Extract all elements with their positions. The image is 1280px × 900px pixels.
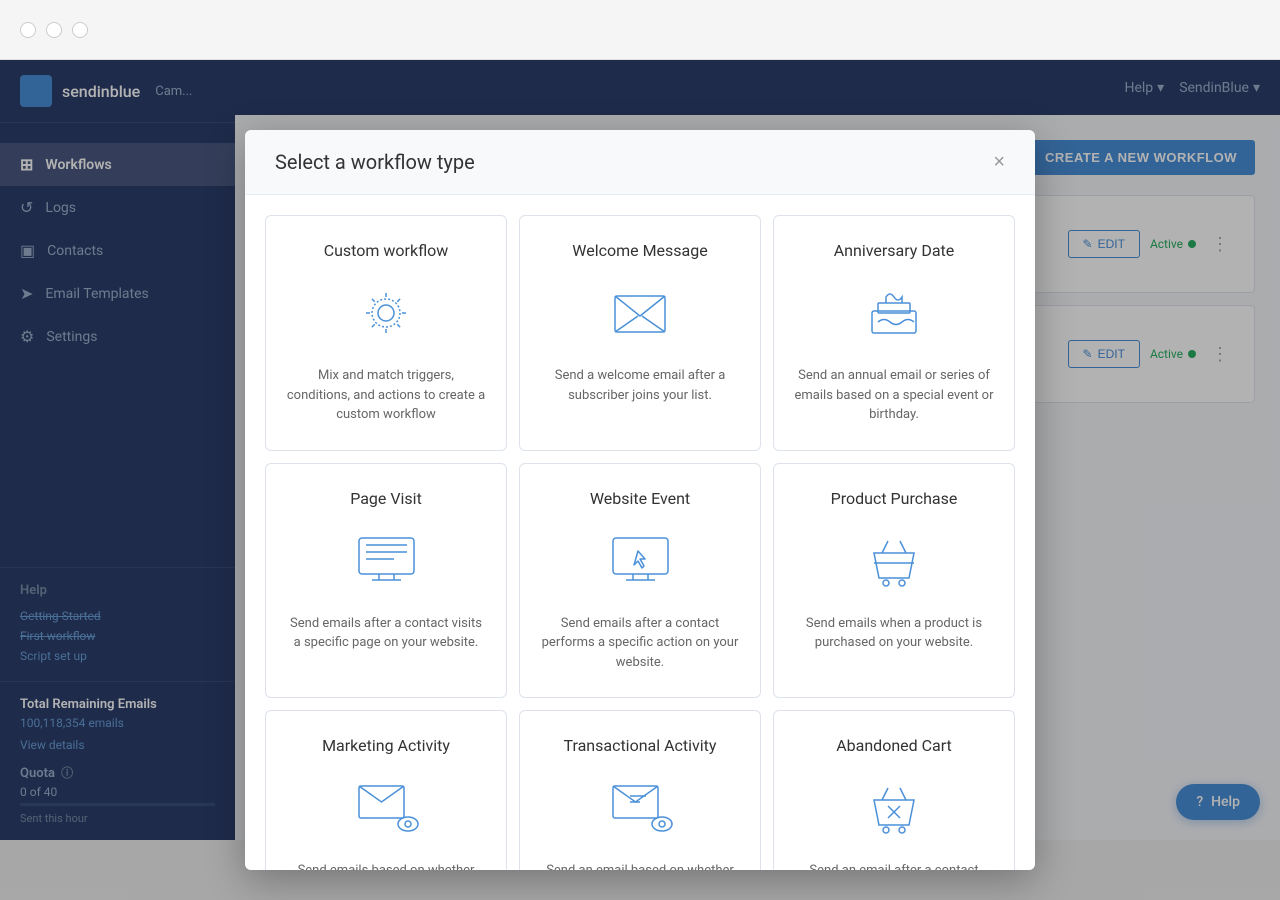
workflow-type-desc-transactional-activity: Send an email based on whether contacts … — [540, 861, 740, 870]
minimize-window-btn[interactable] — [46, 22, 62, 38]
workflow-type-abandoned-cart[interactable]: Abandoned Cart Send an email a — [773, 710, 1015, 870]
window-chrome — [0, 0, 1280, 60]
workflow-type-custom[interactable]: Custom workflow Mix and match triggers, … — [265, 215, 507, 451]
envelope-icon — [605, 278, 675, 348]
close-window-btn[interactable] — [20, 22, 36, 38]
workflow-type-desc-anniversary: Send an annual email or series of emails… — [794, 366, 994, 425]
modal-close-button[interactable]: × — [993, 152, 1005, 172]
workflow-type-website-event[interactable]: Website Event Send emails after a contac… — [519, 463, 761, 699]
basket-x-icon — [859, 773, 929, 843]
workflow-type-desc-marketing-activity: Send emails based on whether contacts op… — [286, 861, 486, 870]
workflow-type-transactional-activity[interactable]: Transactional Activity Send an email bas… — [519, 710, 761, 870]
workflow-type-desc-page-visit: Send emails after a contact visits a spe… — [286, 614, 486, 653]
modal-title: Select a workflow type — [275, 150, 475, 174]
workflow-type-name-anniversary: Anniversary Date — [794, 241, 994, 260]
workflow-type-grid: Custom workflow Mix and match triggers, … — [245, 195, 1035, 870]
workflow-type-welcome[interactable]: Welcome Message Send a welcome email aft… — [519, 215, 761, 451]
workflow-type-desc-website-event: Send emails after a contact performs a s… — [540, 614, 740, 673]
maximize-window-btn[interactable] — [72, 22, 88, 38]
workflow-type-name-page-visit: Page Visit — [286, 489, 486, 508]
workflow-type-modal: Select a workflow type × Custom workflow — [245, 130, 1035, 870]
workflow-type-desc-product-purchase: Send emails when a product is purchased … — [794, 614, 994, 653]
modal-overlay: Select a workflow type × Custom workflow — [0, 60, 1280, 900]
mail-eye-icon — [351, 773, 421, 843]
cursor-monitor-icon — [605, 526, 675, 596]
workflow-type-name-abandoned-cart: Abandoned Cart — [794, 736, 994, 755]
cake-icon — [859, 278, 929, 348]
app-container: sendinblue Cam... ⊞ Workflows ↺ Logs ▣ C… — [0, 60, 1280, 840]
workflow-type-desc-custom: Mix and match triggers, conditions, and … — [286, 366, 486, 425]
workflow-type-marketing-activity[interactable]: Marketing Activity Send emails based on … — [265, 710, 507, 870]
workflow-type-desc-abandoned-cart: Send an email after a contact abandons a… — [794, 861, 994, 870]
workflow-type-name-transactional-activity: Transactional Activity — [540, 736, 740, 755]
basket-icon — [859, 526, 929, 596]
workflow-type-name-welcome: Welcome Message — [540, 241, 740, 260]
monitor-icon — [351, 526, 421, 596]
workflow-type-page-visit[interactable]: Page Visit Send emails after a contact v… — [265, 463, 507, 699]
workflow-type-name-custom: Custom workflow — [286, 241, 486, 260]
workflow-type-anniversary[interactable]: Anniversary Date Send an annual email or… — [773, 215, 1015, 451]
workflow-type-name-website-event: Website Event — [540, 489, 740, 508]
modal-header: Select a workflow type × — [245, 130, 1035, 195]
workflow-type-name-product-purchase: Product Purchase — [794, 489, 994, 508]
window-buttons — [20, 22, 88, 38]
main-content: Help ▾ SendinBlue ▾ Workflows CREATE A N… — [235, 60, 1280, 840]
mail-eye2-icon — [605, 773, 675, 843]
workflow-type-name-marketing-activity: Marketing Activity — [286, 736, 486, 755]
gear-icon — [351, 278, 421, 348]
workflow-type-product-purchase[interactable]: Product Purchase Send emails when a prod… — [773, 463, 1015, 699]
workflow-type-desc-welcome: Send a welcome email after a subscriber … — [540, 366, 740, 405]
